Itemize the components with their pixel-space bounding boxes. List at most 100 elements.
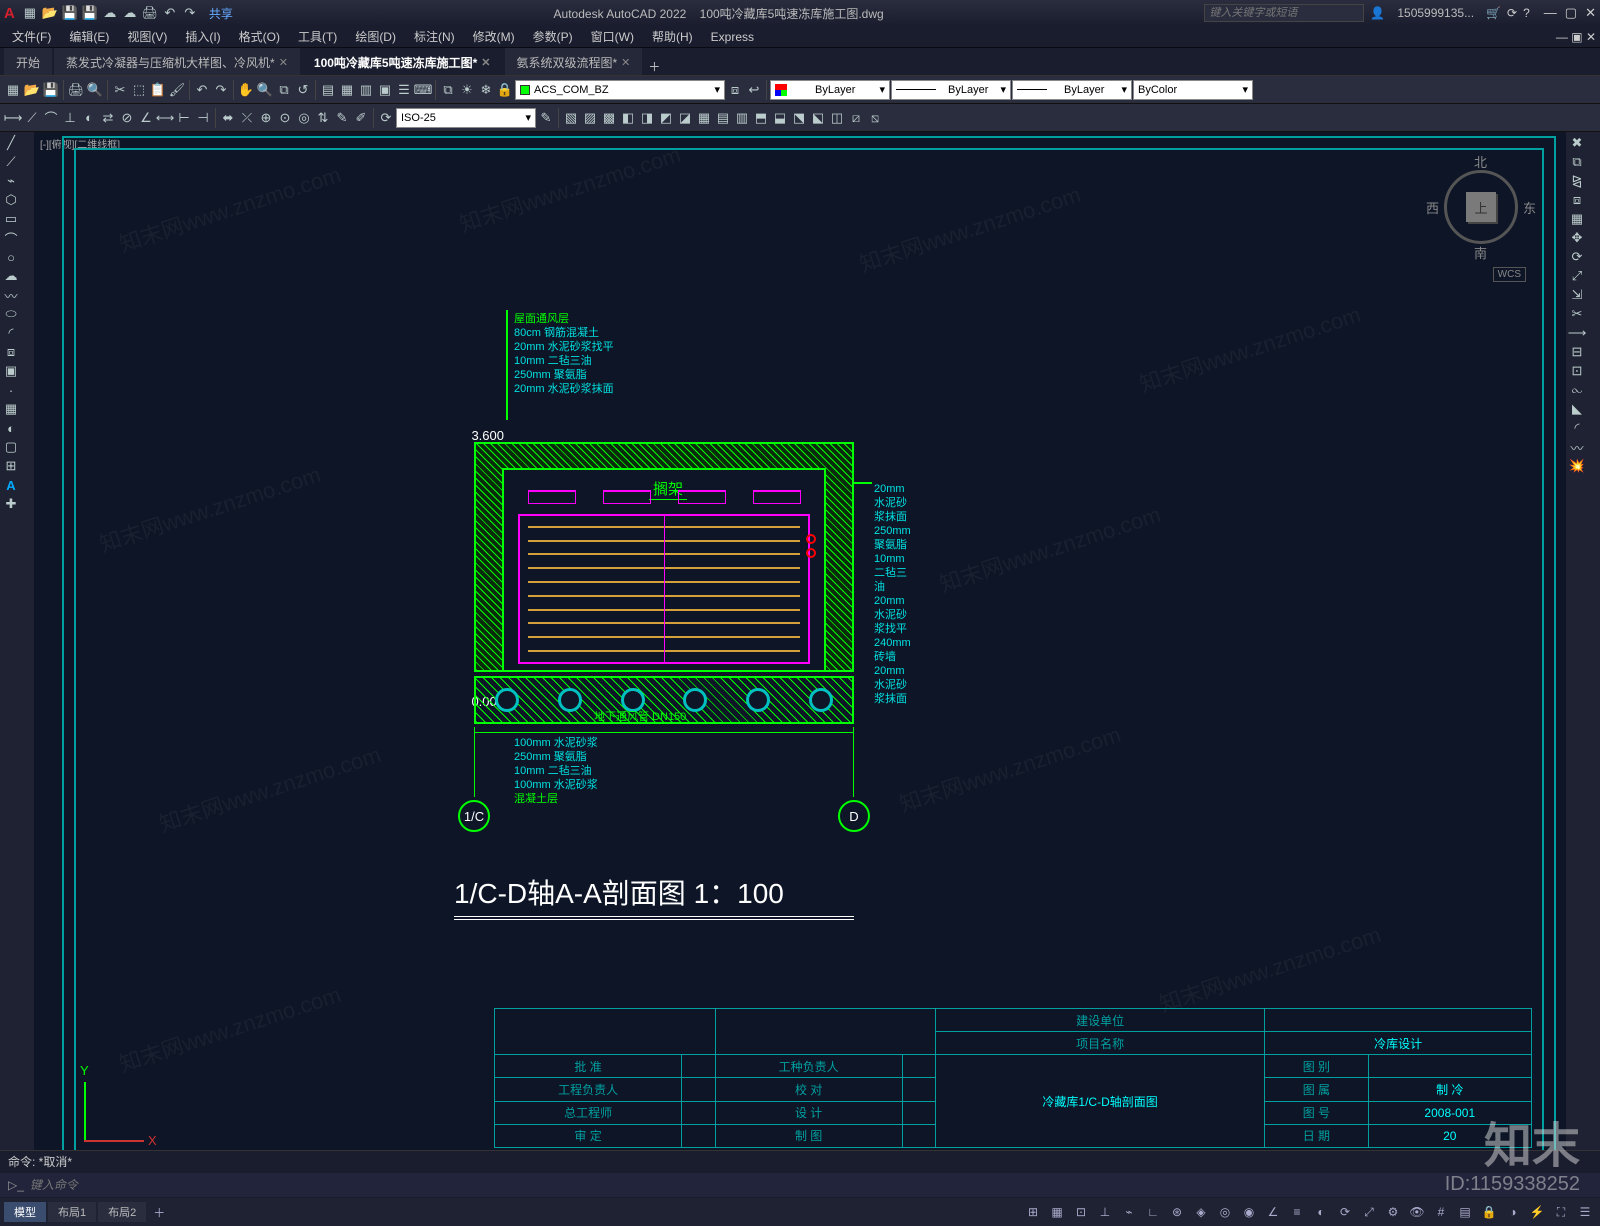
canvas[interactable]: [-][俯视][二维线框] 知末网www.znzmo.com 知末网www.zn… [34,132,1566,1172]
linetype-dropdown[interactable]: ByLayer ▾ [891,80,1011,100]
wcs-badge[interactable]: WCS [1493,267,1526,282]
tb-icon[interactable]: ▦ [695,109,713,127]
status-polar-icon[interactable]: ⊛ [1166,1201,1188,1223]
sheet-set-icon[interactable]: ▣ [376,81,394,99]
layer-props-icon[interactable]: ⧉ [439,81,457,99]
rotate-icon[interactable]: ⟳ [1568,248,1586,266]
hatch-icon[interactable]: ▦ [2,400,20,418]
user-label[interactable]: 1505999135... [1397,6,1474,20]
menu-view[interactable]: 视图(V) [119,26,175,47]
ellipse-icon[interactable]: ⬭ [2,305,20,323]
paste-icon[interactable]: 📋 [149,81,167,99]
status-lock-icon[interactable]: 🔒 [1478,1201,1500,1223]
mirror-icon[interactable]: ⧎ [1568,172,1586,190]
status-infer-icon[interactable]: ⊥ [1094,1201,1116,1223]
menu-format[interactable]: 格式(O) [231,26,288,47]
dimedit-icon[interactable]: ✎ [333,109,351,127]
menu-edit[interactable]: 编辑(E) [61,26,117,47]
dim-break-icon[interactable]: ⤫ [238,109,256,127]
status-grid-icon[interactable]: ▦ [1046,1201,1068,1223]
tb-icon[interactable]: ▧ [562,109,580,127]
compass-s[interactable]: 南 [1474,243,1487,262]
block-make-icon[interactable]: ▣ [2,362,20,380]
status-3dosnap-icon[interactable]: ◉ [1238,1201,1260,1223]
status-annoscale-icon[interactable]: ⤢ [1358,1201,1380,1223]
new-tab-icon[interactable]: ＋ [648,58,660,75]
table-icon[interactable]: ⊞ [2,457,20,475]
viewcube[interactable]: 上 北 南 东 西 [1426,152,1536,262]
cut-icon[interactable]: ✂ [111,81,129,99]
doc-restore-icon[interactable]: ▣ [1571,30,1582,44]
menu-file[interactable]: 文件(F) [4,26,59,47]
addselected-icon[interactable]: ✚ [2,495,20,513]
copy-obj-icon[interactable]: ⧉ [1568,153,1586,171]
status-cycle-icon[interactable]: ⟳ [1334,1201,1356,1223]
mtext-icon[interactable]: A [2,476,20,494]
markup-icon[interactable]: ☰ [395,81,413,99]
jogline-icon[interactable]: ⇅ [314,109,332,127]
status-iso-icon[interactable]: ◈ [1190,1201,1212,1223]
status-isolate-icon[interactable]: ◑ [1502,1201,1524,1223]
help-search-input[interactable] [1204,4,1364,22]
inspect-icon[interactable]: ◎ [295,109,313,127]
polygon-icon[interactable]: ⬡ [2,191,20,209]
dim-arc-icon[interactable]: ⌒ [42,109,60,127]
command-input[interactable] [30,1178,1592,1192]
preview-icon[interactable]: 🔍 [86,81,104,99]
undo-icon[interactable]: ↶ [161,4,179,22]
compass-w[interactable]: 西 [1426,198,1439,217]
minimize-icon[interactable]: — [1544,5,1557,21]
redo-icon[interactable]: ↷ [212,81,230,99]
doc-minimize-icon[interactable]: — [1556,30,1568,44]
ellipse-arc-icon[interactable]: ◜ [2,324,20,342]
explode-icon[interactable]: 💥 [1568,457,1586,475]
status-hardware-icon[interactable]: ⚡ [1526,1201,1548,1223]
dim-aligned-icon[interactable]: ⟋ [23,109,41,127]
undo-icon[interactable]: ↶ [193,81,211,99]
status-workspace-icon[interactable]: ⚙ [1382,1201,1404,1223]
menu-dim[interactable]: 标注(N) [406,26,463,47]
tb-icon[interactable]: ▥ [733,109,751,127]
layout-tab-2[interactable]: 布局2 [98,1202,146,1222]
layout-add-icon[interactable]: ＋ [148,1201,170,1223]
menu-modify[interactable]: 修改(M) [465,26,523,47]
close-icon[interactable]: ✕ [1585,5,1596,21]
status-dyn-icon[interactable]: ⌁ [1118,1201,1140,1223]
print-icon[interactable]: 🖨 [67,81,85,99]
dim-update-icon[interactable]: ⟳ [377,109,395,127]
offset-icon[interactable]: ⧈ [1568,191,1586,209]
blend-icon[interactable]: 〰 [1568,438,1586,456]
layer-state-icon[interactable]: ☀ [458,81,476,99]
xline-icon[interactable]: ⟋ [2,153,20,171]
fillet-icon[interactable]: ◜ [1568,419,1586,437]
plotstyle-dropdown[interactable]: ByColor ▾ [1133,80,1253,100]
revcloud-icon[interactable]: ☁ [2,267,20,285]
layer-prev-icon[interactable]: ↩ [745,81,763,99]
extend-icon[interactable]: ⟶ [1568,324,1586,342]
status-trans-icon[interactable]: ◐ [1310,1201,1332,1223]
tb-icon[interactable]: ⧅ [866,109,884,127]
saveas-icon[interactable]: 💾 [81,4,99,22]
move-icon[interactable]: ✥ [1568,229,1586,247]
dim-quick-icon[interactable]: ⟷ [156,109,174,127]
spline-icon[interactable]: 〰 [2,286,20,304]
arc-icon[interactable]: ⌒ [2,229,20,247]
tb-icon[interactable]: ◪ [676,109,694,127]
tb-icon[interactable]: ⬕ [809,109,827,127]
dim-angle-icon[interactable]: ∠ [137,109,155,127]
tb-icon[interactable]: ◨ [638,109,656,127]
design-center-icon[interactable]: ▦ [338,81,356,99]
block-insert-icon[interactable]: ⧈ [2,343,20,361]
tab-start[interactable]: 开始 [4,48,52,75]
dimtedit-icon[interactable]: ✐ [352,109,370,127]
break-icon[interactable]: ⊡ [1568,362,1586,380]
line-icon[interactable]: ╱ [2,134,20,152]
status-osnap-icon[interactable]: ◎ [1214,1201,1236,1223]
compass-e[interactable]: 东 [1523,198,1536,217]
centermark-icon[interactable]: ⊙ [276,109,294,127]
array-icon[interactable]: ▦ [1568,210,1586,228]
point-icon[interactable]: · [2,381,20,399]
share-button[interactable]: 共享 [209,5,233,22]
stretch-icon[interactable]: ⇲ [1568,286,1586,304]
circle-icon[interactable]: ○ [2,248,20,266]
